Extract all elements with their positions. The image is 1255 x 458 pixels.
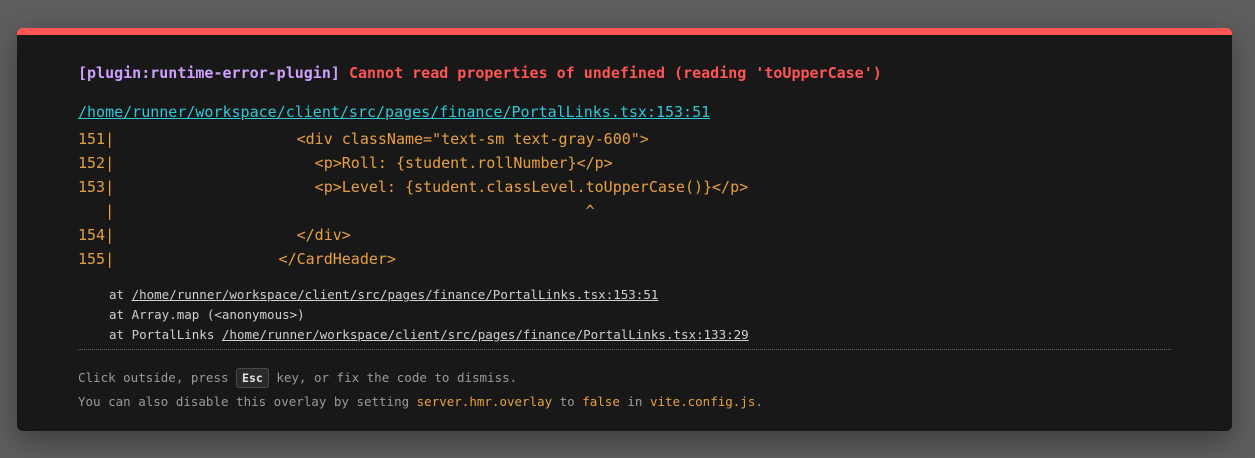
stack-trace: at /home/runner/workspace/client/src/pag… xyxy=(109,285,749,345)
code-frame: 151| <div className="text-sm text-gray-6… xyxy=(78,127,748,271)
line-number: 153| xyxy=(78,178,115,196)
config-value: false xyxy=(582,394,620,409)
error-message: [plugin:runtime-error-plugin] Cannot rea… xyxy=(78,64,882,82)
line-number: 154| xyxy=(78,226,115,244)
line-number: 151| xyxy=(78,130,115,148)
code-text: <p>Roll: {student.rollNumber}</p> xyxy=(116,154,613,172)
error-caret: ^ xyxy=(116,202,595,220)
code-line: 154| </div> xyxy=(78,223,748,247)
tip-text: Click outside, press xyxy=(78,370,237,385)
tip-line-disable: You can also disable this overlay by set… xyxy=(78,390,763,414)
error-text: Cannot read properties of undefined (rea… xyxy=(348,64,882,82)
error-file-link[interactable]: /home/runner/workspace/client/src/pages/… xyxy=(78,103,710,121)
esc-key-hint: Esc xyxy=(236,368,269,388)
tip-text: . xyxy=(755,394,763,409)
stack-frame: at /home/runner/workspace/client/src/pag… xyxy=(109,285,749,305)
stack-frame-link[interactable]: /home/runner/workspace/client/src/pages/… xyxy=(132,287,659,302)
code-line: 155| </CardHeader> xyxy=(78,247,748,271)
stack-frame-prefix: at xyxy=(109,287,132,302)
code-text: <p>Level: {student.classLevel.toUpperCas… xyxy=(116,178,749,196)
tip-text: to xyxy=(552,394,583,409)
code-line: 152| <p>Roll: {student.rollNumber}</p> xyxy=(78,151,748,175)
config-option: server.hmr.overlay xyxy=(416,394,553,409)
code-line: 151| <div className="text-sm text-gray-6… xyxy=(78,127,748,151)
tip-text: You can also disable this overlay by set… xyxy=(78,394,417,409)
tip-line-dismiss: Click outside, press Esc key, or fix the… xyxy=(78,366,763,390)
divider xyxy=(78,349,1171,350)
stack-frame-prefix: at Array.map (<anonymous>) xyxy=(109,307,305,322)
line-number: 152| xyxy=(78,154,115,172)
stack-frame: at PortalLinks /home/runner/workspace/cl… xyxy=(109,325,749,345)
error-overlay-window: [plugin:runtime-error-plugin] Cannot rea… xyxy=(17,28,1232,431)
dismiss-tip: Click outside, press Esc key, or fix the… xyxy=(78,366,763,414)
stack-frame-link[interactable]: /home/runner/workspace/client/src/pages/… xyxy=(222,327,749,342)
line-number: 155| xyxy=(78,250,115,268)
code-text: </div> xyxy=(116,226,351,244)
tip-text: key, or fix the code to dismiss. xyxy=(268,370,518,385)
plugin-name: [plugin:runtime-error-plugin] xyxy=(78,64,340,82)
stack-frame: at Array.map (<anonymous>) xyxy=(109,305,749,325)
stack-frame-prefix: at PortalLinks xyxy=(109,327,222,342)
tip-text: in xyxy=(619,394,650,409)
line-number: | xyxy=(78,202,115,220)
config-file: vite.config.js xyxy=(649,394,756,409)
code-text: <div className="text-sm text-gray-600"> xyxy=(116,130,649,148)
code-text: </CardHeader> xyxy=(116,250,396,268)
code-line-error: 153| <p>Level: {student.classLevel.toUpp… xyxy=(78,175,748,199)
code-caret-line: | ^ xyxy=(78,199,748,223)
